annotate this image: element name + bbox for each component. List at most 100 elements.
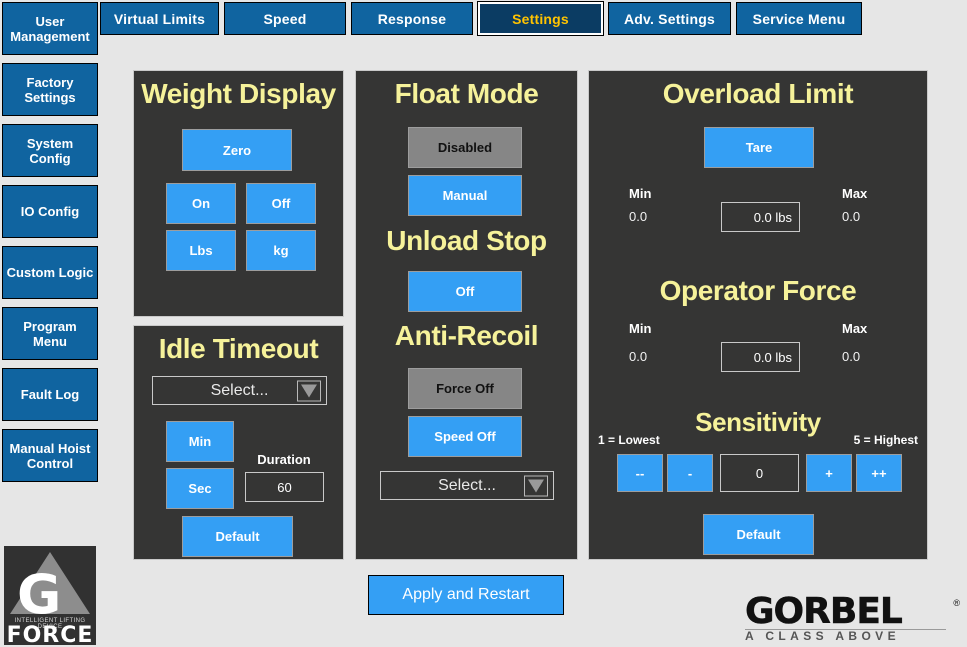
registered-trademark-icon: ® [953,598,960,608]
sensitivity-decrease-button[interactable]: - [667,454,713,492]
button-label: Manual [442,188,488,203]
gforce-logo: G INTELLIGENT LIFTING DEVICE FORCE [4,546,96,645]
button-label: ++ [871,465,887,481]
idle-timeout-select[interactable]: Select... [152,376,327,405]
sensitivity-increase-double-button[interactable]: ++ [856,454,902,492]
weight-on-button[interactable]: On [166,183,236,224]
gforce-letter: G [17,563,61,626]
tab-service-menu[interactable]: Service Menu [736,2,862,35]
sidebar-item-program-menu[interactable]: Program Menu [2,307,98,360]
float-disabled-button[interactable]: Disabled [408,127,522,168]
tab-response[interactable]: Response [351,2,473,35]
overload-max-label: Max [842,186,868,201]
operator-force-value: 0.0 lbs [753,349,792,365]
units-kg-button[interactable]: kg [246,230,316,271]
sidebar-item-io-config[interactable]: IO Config [2,185,98,238]
weight-off-button[interactable]: Off [246,183,316,224]
tab-label: Response [377,10,447,27]
sensitivity-increase-button[interactable]: + [806,454,852,492]
tab-label: Virtual Limits [113,10,206,27]
sidebar-item-user-management[interactable]: User Management [2,2,98,55]
tab-speed[interactable]: Speed [224,2,346,35]
chevron-down-icon[interactable] [524,475,548,496]
weight-display-panel: Weight Display Zero On Off Lbs kg [133,70,344,317]
sidebar-item-label: User Management [10,13,90,44]
sensitivity-default-button[interactable]: Default [703,514,814,555]
sidebar-item-custom-logic[interactable]: Custom Logic [2,246,98,299]
operator-force-max-value: 0.0 [842,349,861,364]
sidebar-item-label: IO Config [20,204,80,219]
gorbel-logo: GORBEL ® A CLASS ABOVE [745,593,960,643]
zero-button[interactable]: Zero [182,129,292,171]
units-lbs-button[interactable]: Lbs [166,230,236,271]
duration-label: Duration [257,452,311,467]
overload-max-value: 0.0 [842,209,861,224]
overload-limit-title: Overload Limit [662,78,854,109]
anti-recoil-title: Anti-Recoil [394,320,539,351]
apply-and-restart-button[interactable]: Apply and Restart [368,575,564,615]
tab-label: Settings [512,10,569,27]
idle-default-button[interactable]: Default [182,516,293,557]
sidebar-item-label: Factory Settings [24,74,76,105]
operator-force-title: Operator Force [659,275,857,306]
unload-stop-title: Unload Stop [386,225,547,256]
button-label: Disabled [437,140,493,155]
sidebar-item-manual-hoist-control[interactable]: Manual Hoist Control [2,429,98,482]
float-mode-panel: Float Mode Disabled Manual Unload Stop O… [355,70,578,560]
operator-force-min-label: Min [629,321,652,336]
sidebar-item-label: Manual Hoist Control [9,440,91,471]
tare-button[interactable]: Tare [704,127,814,168]
sidebar-item-label: System Config [26,135,74,166]
anti-recoil-select[interactable]: Select... [380,471,554,500]
sidebar-item-fault-log[interactable]: Fault Log [2,368,98,421]
idle-min-button[interactable]: Min [166,421,234,462]
tab-settings[interactable]: Settings [477,1,604,36]
overload-min-label: Min [629,186,652,201]
tab-label: Adv. Settings [623,10,716,27]
anti-recoil-speed-off-button[interactable]: Speed Off [408,416,522,457]
main-tab-bar: Virtual Limits Speed Response Settings A… [100,1,862,36]
anti-recoil-force-off-button[interactable]: Force Off [408,368,522,409]
sensitivity-value: 0 [755,465,764,481]
operator-force-input[interactable]: 0.0 lbs [721,342,800,372]
tab-adv-settings[interactable]: Adv. Settings [608,2,731,35]
overload-limit-value: 0.0 lbs [753,209,792,225]
button-label: Default [215,529,260,544]
button-label: Zero [222,142,252,158]
chevron-down-icon[interactable] [297,380,321,401]
gorbel-tagline: A CLASS ABOVE [745,629,900,643]
gforce-word: FORCE [6,623,94,646]
button-label: kg [273,243,289,258]
divider [745,629,946,630]
sidebar-item-system-config[interactable]: System Config [2,124,98,177]
operator-force-min-value: 0.0 [629,349,648,364]
duration-input[interactable]: 60 [245,472,324,502]
button-label: Min [188,434,212,449]
sensitivity-decrease-double-button[interactable]: -- [617,454,663,492]
app-window: Virtual Limits Speed Response Settings A… [0,0,967,647]
idle-sec-button[interactable]: Sec [166,468,234,509]
overload-limit-input[interactable]: 0.0 lbs [721,202,800,232]
idle-timeout-panel: Idle Timeout Select... Min Sec Duration … [133,325,344,560]
sidebar-item-label: Program Menu [23,318,77,349]
unload-stop-off-button[interactable]: Off [408,271,522,312]
button-label: - [687,465,693,481]
button-label: Default [736,527,781,542]
weight-display-title: Weight Display [141,78,336,109]
button-label: Force Off [436,381,494,396]
select-value: Select... [210,381,269,399]
button-label: Apply and Restart [402,586,530,603]
sidebar-item-factory-settings[interactable]: Factory Settings [2,63,98,116]
button-label: Lbs [189,243,213,258]
button-label: Off [455,284,475,299]
float-manual-button[interactable]: Manual [408,175,522,216]
duration-value: 60 [277,479,292,495]
button-label: Off [271,196,291,211]
float-mode-title: Float Mode [394,78,539,109]
sensitivity-value-input[interactable]: 0 [720,454,799,492]
overload-limit-panel: Overload Limit Tare Min 0.0 0.0 lbs Max … [588,70,928,560]
tab-virtual-limits[interactable]: Virtual Limits [100,2,219,35]
sidebar-item-label: Custom Logic [6,265,94,280]
sensitivity-highest-label: 5 = Highest [853,433,918,447]
overload-min-value: 0.0 [629,209,648,224]
